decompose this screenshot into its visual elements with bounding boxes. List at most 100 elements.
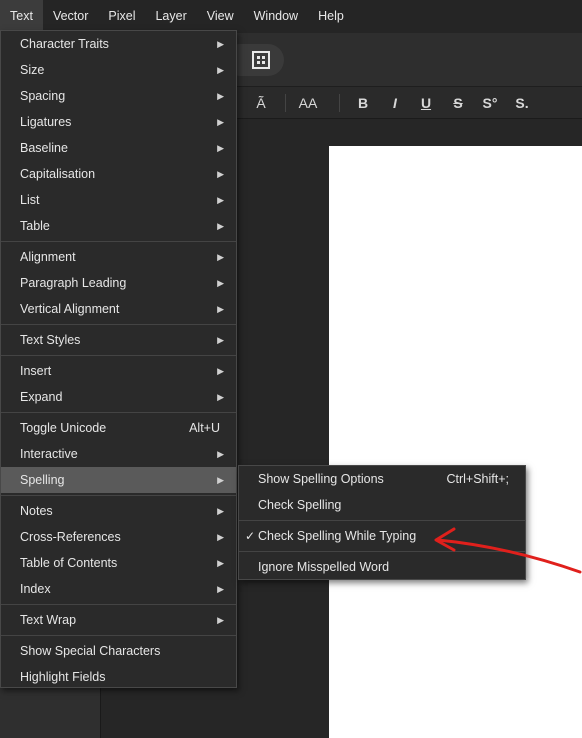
menu-item-show-special-characters[interactable]: Show Special Characters (1, 638, 236, 664)
menu-item-toggle-unicode[interactable]: Toggle Unicode Alt+U (1, 415, 236, 441)
menu-item-notes[interactable]: Notes ▶ (1, 498, 236, 524)
menu-item-label: Cross-References (20, 530, 121, 544)
menu-item-label: Vertical Alignment (20, 302, 120, 316)
menu-item-label: Text Styles (20, 333, 81, 347)
menu-item-label: Interactive (20, 447, 78, 461)
chevron-right-icon: ▶ (217, 532, 224, 542)
menu-item-insert[interactable]: Insert ▶ (1, 358, 236, 384)
menu-separator (1, 241, 236, 242)
menu-item-label: Highlight Fields (20, 670, 106, 684)
menu-item-table-of-contents[interactable]: Table of Contents ▶ (1, 550, 236, 576)
menu-item-label: Spacing (20, 89, 66, 103)
menu-layer[interactable]: Layer (145, 0, 196, 33)
menu-vector[interactable]: Vector (43, 0, 98, 33)
chevron-right-icon: ▶ (217, 169, 224, 179)
menu-item-vertical-alignment[interactable]: Vertical Alignment ▶ (1, 296, 236, 322)
menu-item-table[interactable]: Table ▶ (1, 213, 236, 239)
chevron-right-icon: ▶ (217, 475, 224, 485)
menu-item-label: Table (20, 219, 50, 233)
menu-item-label: Size (20, 63, 45, 77)
chevron-right-icon: ▶ (217, 65, 224, 75)
menu-item-label: Alignment (20, 250, 76, 264)
chevron-right-icon: ▶ (217, 143, 224, 153)
submenu-item-label: Ignore Misspelled Word (258, 560, 390, 574)
menu-item-text-styles[interactable]: Text Styles ▶ (1, 327, 236, 353)
menu-item-label: Table of Contents (20, 556, 118, 570)
italic-button[interactable]: I (386, 93, 404, 113)
chevron-right-icon: ▶ (217, 584, 224, 594)
menu-item-label: Ligatures (20, 115, 72, 129)
menu-item-size[interactable]: Size ▶ (1, 57, 236, 83)
menu-item-paragraph-leading[interactable]: Paragraph Leading ▶ (1, 270, 236, 296)
menu-item-label: Index (20, 582, 51, 596)
menu-item-spelling[interactable]: Spelling ▶ (1, 467, 236, 493)
chevron-right-icon: ▶ (217, 615, 224, 625)
checkmark-icon: ✓ (245, 529, 256, 543)
menu-item-label: Paragraph Leading (20, 276, 127, 290)
bold-button[interactable]: B (354, 93, 372, 113)
menu-item-capitalisation[interactable]: Capitalisation ▶ (1, 161, 236, 187)
shortcut-label: Ctrl+Shift+; (446, 472, 509, 486)
font-size-decrease-button[interactable]: Ã (250, 93, 272, 113)
menu-item-text-wrap[interactable]: Text Wrap ▶ (1, 607, 236, 633)
chevron-right-icon: ▶ (217, 506, 224, 516)
menu-item-expand[interactable]: Expand ▶ (1, 384, 236, 410)
menu-separator (1, 412, 236, 413)
document-page (329, 146, 582, 738)
toolbar-separator (285, 94, 286, 112)
underline-button[interactable]: U (417, 93, 435, 113)
menu-item-label: List (20, 193, 40, 207)
chevron-right-icon: ▶ (217, 252, 224, 262)
menu-separator (1, 635, 236, 636)
menu-view[interactable]: View (197, 0, 244, 33)
submenu-item-label: Check Spelling While Typing (258, 529, 417, 543)
menu-item-interactive[interactable]: Interactive ▶ (1, 441, 236, 467)
menu-text[interactable]: Text (0, 0, 43, 33)
menu-item-baseline[interactable]: Baseline ▶ (1, 135, 236, 161)
submenu-item-label: Check Spelling (258, 498, 342, 512)
toolbar-separator (339, 94, 340, 112)
menu-bar: Text Vector Pixel Layer View Window Help (0, 0, 582, 33)
menu-item-highlight-fields[interactable]: Highlight Fields (1, 664, 236, 690)
superscript-button[interactable]: S° (480, 93, 500, 113)
submenu-item-label: Show Spelling Options (258, 472, 384, 486)
menu-item-label: Expand (20, 390, 63, 404)
chevron-right-icon: ▶ (217, 221, 224, 231)
subscript-button[interactable]: S. (512, 93, 532, 113)
chevron-right-icon: ▶ (217, 117, 224, 127)
menu-window[interactable]: Window (244, 0, 308, 33)
menu-item-alignment[interactable]: Alignment ▶ (1, 244, 236, 270)
menu-item-label: Toggle Unicode (20, 421, 107, 435)
menu-item-label: Show Special Characters (20, 644, 161, 658)
menu-separator (1, 604, 236, 605)
chevron-right-icon: ▶ (217, 39, 224, 49)
chevron-right-icon: ▶ (217, 366, 224, 376)
menu-separator (1, 495, 236, 496)
chevron-right-icon: ▶ (217, 304, 224, 314)
text-menu: Character Traits ▶ Size ▶ Spacing ▶ Ligatures ▶… (0, 30, 237, 688)
grid-icon[interactable] (250, 49, 272, 71)
menu-item-cross-references[interactable]: Cross-References ▶ (1, 524, 236, 550)
menu-item-label: Baseline (20, 141, 68, 155)
menu-item-label: Insert (20, 364, 52, 378)
menu-item-index[interactable]: Index ▶ (1, 576, 236, 602)
chevron-right-icon: ▶ (217, 449, 224, 459)
annotation-arrow (434, 527, 582, 574)
menu-item-character-traits[interactable]: Character Traits ▶ (1, 31, 236, 57)
submenu-item-show-spelling-options[interactable]: Show Spelling Options Ctrl+Shift+; (239, 466, 525, 492)
shortcut-label: Alt+U (189, 421, 220, 435)
menu-pixel[interactable]: Pixel (98, 0, 145, 33)
menu-item-list[interactable]: List ▶ (1, 187, 236, 213)
menu-separator (1, 355, 236, 356)
menu-item-label: Capitalisation (20, 167, 96, 181)
chevron-right-icon: ▶ (217, 335, 224, 345)
menu-help[interactable]: Help (308, 0, 354, 33)
chevron-right-icon: ▶ (217, 558, 224, 568)
submenu-item-check-spelling[interactable]: Check Spelling (239, 492, 525, 518)
menu-item-ligatures[interactable]: Ligatures ▶ (1, 109, 236, 135)
menu-item-spacing[interactable]: Spacing ▶ (1, 83, 236, 109)
menu-item-label: Text Wrap (20, 613, 77, 627)
menu-item-label: Character Traits (20, 37, 109, 51)
strikethrough-button[interactable]: S (449, 93, 467, 113)
all-caps-button[interactable]: AA (296, 93, 320, 113)
